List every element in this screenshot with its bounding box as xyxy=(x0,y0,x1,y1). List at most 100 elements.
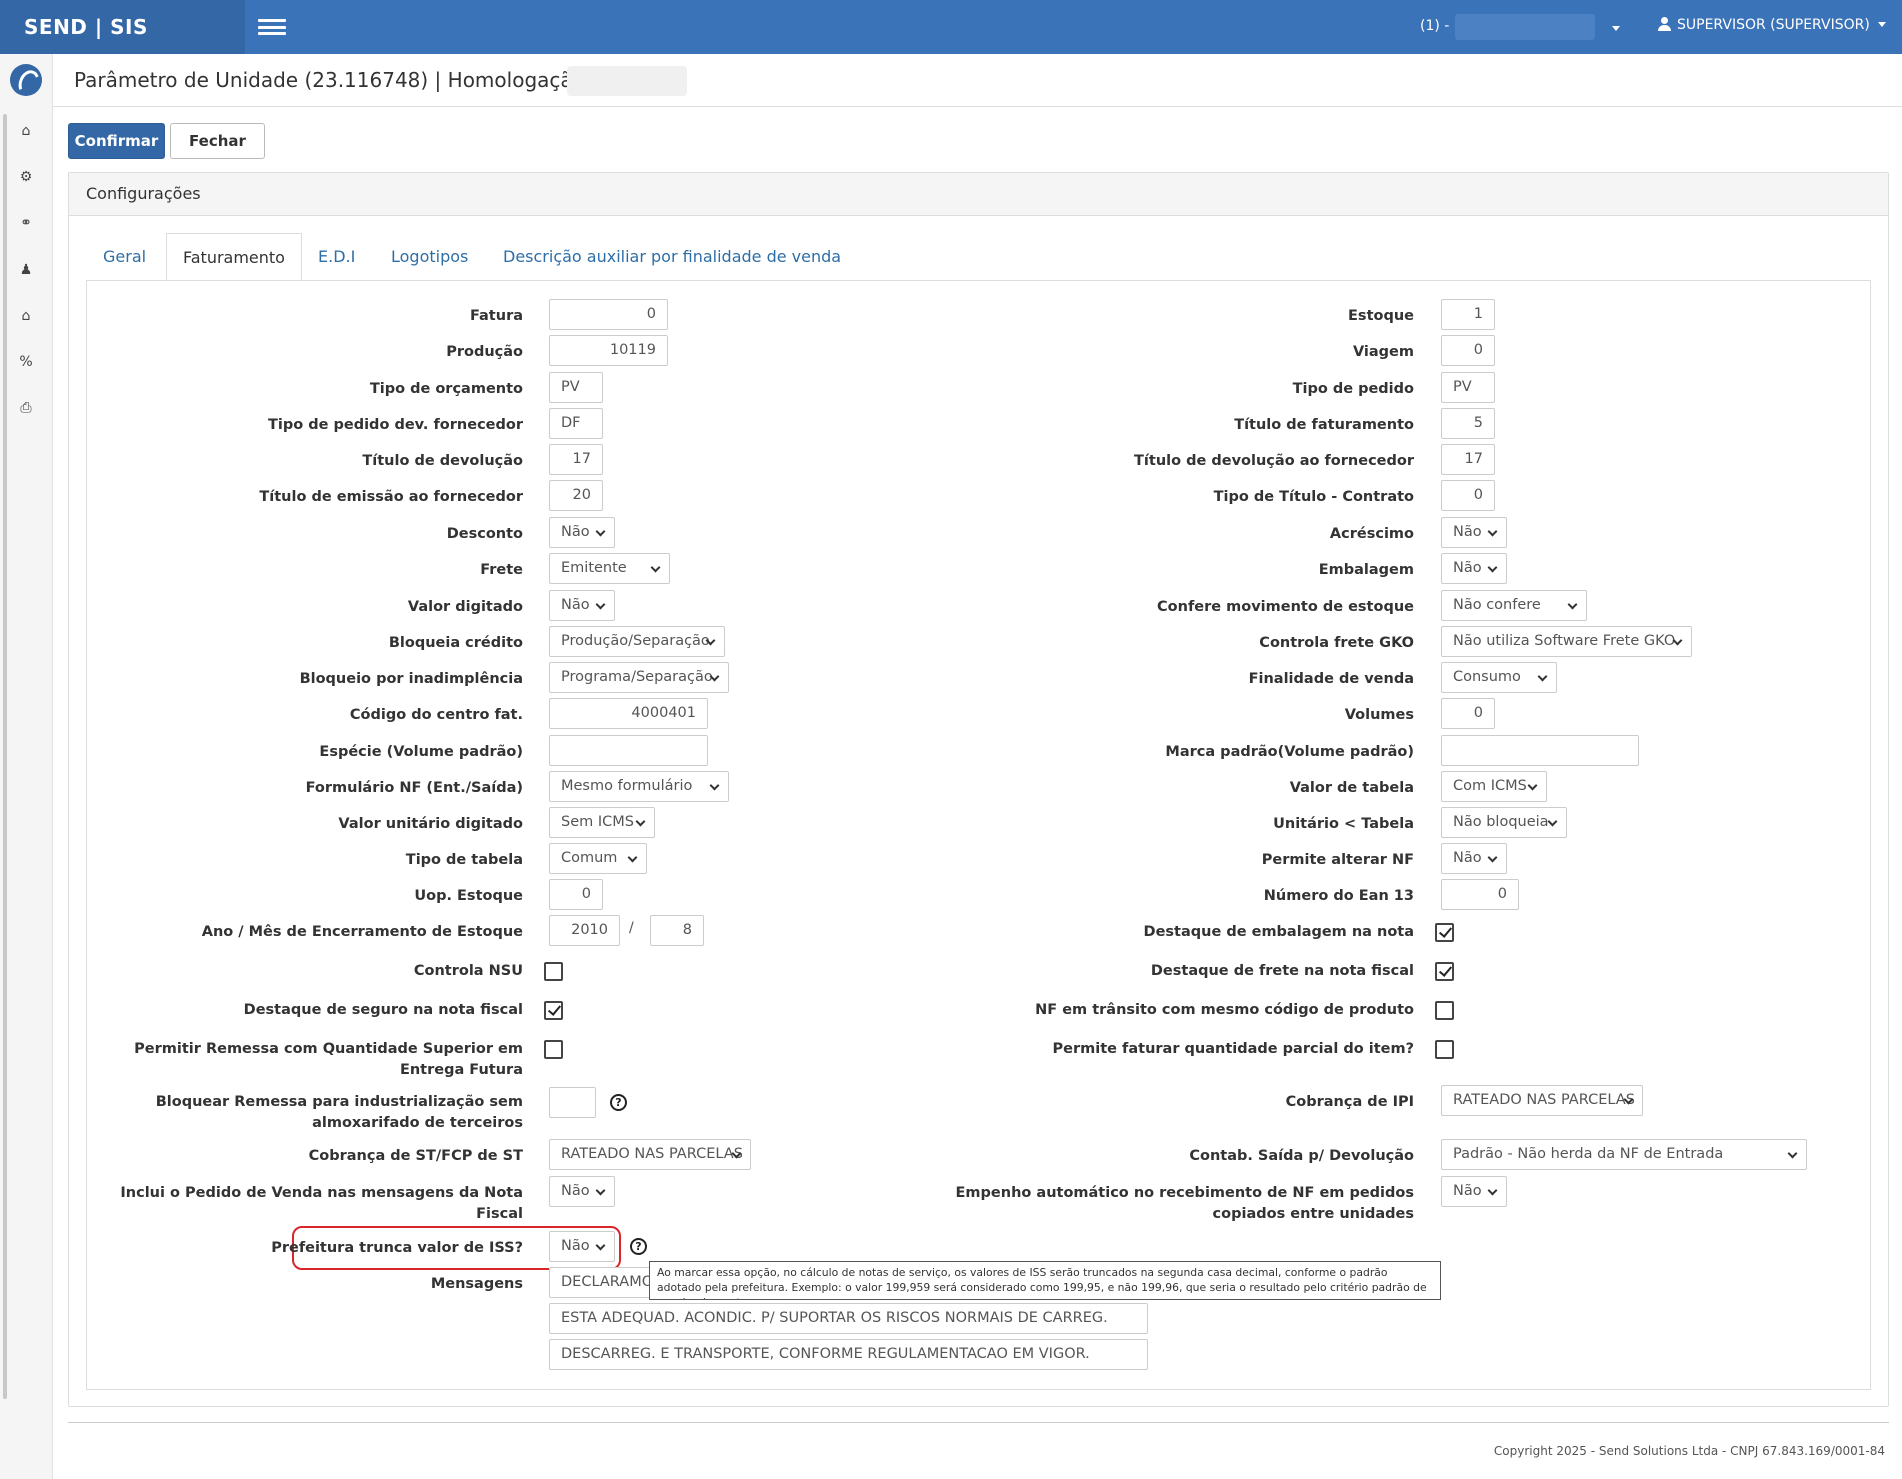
confere-mov-label: Confere movimento de estoque xyxy=(1157,599,1414,615)
users-icon[interactable]: ♟ xyxy=(18,262,34,278)
app-logo-icon[interactable] xyxy=(10,64,42,96)
chevron-down-icon xyxy=(1547,816,1558,827)
destaque-seguro-checkbox[interactable] xyxy=(544,1001,563,1020)
unitario-tabela-select[interactable]: Não bloqueia xyxy=(1441,807,1567,838)
desconto-select[interactable]: Não xyxy=(549,517,615,548)
percent-icon[interactable]: % xyxy=(18,354,34,370)
tipo-titulo-contrato-input[interactable]: 0 xyxy=(1441,480,1495,511)
producao-input[interactable]: 10119 xyxy=(549,335,668,366)
controla-frete-select[interactable]: Não utiliza Software Frete GKO xyxy=(1441,626,1692,657)
confirm-button[interactable]: Confirmar xyxy=(68,123,165,159)
tab-logotipos[interactable]: Logotipos xyxy=(391,233,468,281)
close-button[interactable]: Fechar xyxy=(170,123,265,159)
codigo-centro-label: Código do centro fat. xyxy=(349,707,523,723)
sidebar: ⌂ ⚙ ⚭ ♟ ⌂ % ⎙ xyxy=(0,54,53,1479)
titulo-dev-forn-input[interactable]: 17 xyxy=(1441,444,1495,475)
mensagem-line-3[interactable]: DESCARREG. E TRANSPORTE, CONFORME REGULA… xyxy=(549,1339,1148,1370)
titulo-dev-forn-label: Título de devolução ao fornecedor xyxy=(1134,453,1414,469)
destaque-seguro-label: Destaque de seguro na nota fiscal xyxy=(243,1002,523,1018)
unitario-tabela-label: Unitário < Tabela xyxy=(1273,816,1414,832)
destaque-embalagem-checkbox[interactable] xyxy=(1435,923,1454,942)
mes-input[interactable]: 8 xyxy=(650,915,704,946)
viagem-input[interactable]: 0 xyxy=(1441,335,1495,366)
chevron-down-icon[interactable] xyxy=(1612,26,1620,31)
user-name: SUPERVISOR (SUPERVISOR) xyxy=(1677,17,1870,33)
confere-mov-select[interactable]: Não confere xyxy=(1441,590,1587,621)
bloqueio-inad-select[interactable]: Programa/Separação xyxy=(549,662,729,693)
mensagem-line-2[interactable]: ESTA ADEQUAD. ACONDIC. P/ SUPORTAR OS RI… xyxy=(549,1303,1148,1334)
permitir-remessa-label: Permitir Remessa com Quantidade Superior… xyxy=(134,1041,523,1078)
help-icon[interactable]: ? xyxy=(630,1238,647,1255)
destaque-frete-checkbox[interactable] xyxy=(1435,962,1454,981)
tab-geral[interactable]: Geral xyxy=(103,233,146,281)
tipo-titulo-contrato-label: Tipo de Título - Contrato xyxy=(1213,489,1414,505)
cobranca-st-select[interactable]: RATEADO NAS PARCELAS xyxy=(549,1139,751,1170)
tipo-pedido-label: Tipo de pedido xyxy=(1292,381,1414,397)
valor-unitario-select[interactable]: Sem ICMS xyxy=(549,807,655,838)
print-icon[interactable]: ⎙ xyxy=(18,400,34,416)
cobranca-st-label: Cobrança de ST/FCP de ST xyxy=(308,1148,523,1164)
titulo-devolucao-label: Título de devolução xyxy=(362,453,523,469)
tab-descricao-auxiliar[interactable]: Descrição auxiliar por finalidade de ven… xyxy=(503,233,841,281)
numero-ean-label: Número do Ean 13 xyxy=(1263,888,1414,904)
uop-estoque-input[interactable]: 0 xyxy=(549,879,603,910)
tab-edi[interactable]: E.D.I xyxy=(318,233,355,281)
valor-tabela-select[interactable]: Com ICMS xyxy=(1441,771,1547,802)
titulo-devolucao-input[interactable]: 17 xyxy=(549,444,603,475)
chevron-down-icon xyxy=(595,599,606,610)
permitir-remessa-checkbox[interactable] xyxy=(544,1040,563,1059)
bloqueia-credito-select[interactable]: Produção/Separação xyxy=(549,626,725,657)
permite-faturar-checkbox[interactable] xyxy=(1435,1040,1454,1059)
destaque-frete-label: Destaque de frete na nota fiscal xyxy=(1150,963,1414,979)
confere-mov-value: Não confere xyxy=(1453,597,1541,613)
sidebar-scrollbar[interactable] xyxy=(3,114,7,1399)
formulario-nf-select[interactable]: Mesmo formulário xyxy=(549,771,729,802)
titulo-faturamento-input[interactable]: 5 xyxy=(1441,408,1495,439)
cobranca-ipi-select[interactable]: RATEADO NAS PARCELAS xyxy=(1441,1085,1643,1116)
numero-ean-input[interactable]: 0 xyxy=(1441,879,1519,910)
valor-digitado-select[interactable]: Não xyxy=(549,590,615,621)
tipo-tabela-select[interactable]: Comum xyxy=(549,843,647,874)
permite-alterar-select[interactable]: Não xyxy=(1441,843,1507,874)
handshake-icon[interactable]: ⚭ xyxy=(18,215,34,231)
company-select[interactable]: (1) - xyxy=(1420,18,1449,34)
codigo-centro-input[interactable]: 4000401 xyxy=(549,698,708,729)
help-icon[interactable]: ? xyxy=(610,1094,627,1111)
volumes-input[interactable]: 0 xyxy=(1441,698,1495,729)
menu-toggle-icon[interactable] xyxy=(258,19,286,35)
nf-transito-checkbox[interactable] xyxy=(1435,1001,1454,1020)
cogs-icon[interactable]: ⚙ xyxy=(18,169,34,185)
empenho-select[interactable]: Não xyxy=(1441,1176,1507,1207)
controla-nsu-checkbox[interactable] xyxy=(544,962,563,981)
marca-padrao-input[interactable] xyxy=(1441,735,1639,766)
bloquear-remessa-label: Bloquear Remessa para industrialização s… xyxy=(155,1094,523,1131)
inclui-pedido-value: Não xyxy=(561,1183,590,1199)
prefeitura-value: Não xyxy=(561,1238,590,1254)
tipo-tabela-value: Comum xyxy=(561,850,618,866)
estoque-input[interactable]: 1 xyxy=(1441,299,1495,330)
home-icon[interactable]: ⌂ xyxy=(18,123,34,139)
tab-faturamento[interactable]: Faturamento xyxy=(166,233,302,281)
tipo-pedido-dev-input[interactable]: DF xyxy=(549,408,603,439)
titulo-emissao-label: Título de emissão ao fornecedor xyxy=(259,489,523,505)
acrescimo-select[interactable]: Não xyxy=(1441,517,1507,548)
titulo-emissao-input[interactable]: 20 xyxy=(549,480,603,511)
tipo-pedido-input[interactable]: PV xyxy=(1441,372,1495,403)
especie-input[interactable] xyxy=(549,735,708,766)
bloquear-remessa-input[interactable] xyxy=(549,1087,596,1118)
user-menu[interactable]: SUPERVISOR (SUPERVISOR) xyxy=(1658,17,1886,33)
contab-saida-select[interactable]: Padrão - Não herda da NF de Entrada xyxy=(1441,1139,1807,1170)
bank-icon[interactable]: ⌂ xyxy=(18,308,34,324)
embalagem-select[interactable]: Não xyxy=(1441,553,1507,584)
frete-select[interactable]: Emitente xyxy=(549,553,670,584)
controla-frete-label: Controla frete GKO xyxy=(1259,635,1414,651)
inclui-pedido-select[interactable]: Não xyxy=(549,1176,615,1207)
fatura-input[interactable]: 0 xyxy=(549,299,668,330)
valor-tabela-value: Com ICMS xyxy=(1453,778,1527,794)
finalidade-select[interactable]: Consumo xyxy=(1441,662,1557,693)
ano-input[interactable]: 2010 xyxy=(549,915,620,946)
footer-copyright: Copyright 2025 - Send Solutions Ltda - C… xyxy=(1493,1444,1885,1458)
prefeitura-select[interactable]: Não xyxy=(549,1231,615,1262)
brand-logo[interactable]: SEND | SIS xyxy=(0,0,245,54)
tipo-orcamento-input[interactable]: PV xyxy=(549,372,603,403)
